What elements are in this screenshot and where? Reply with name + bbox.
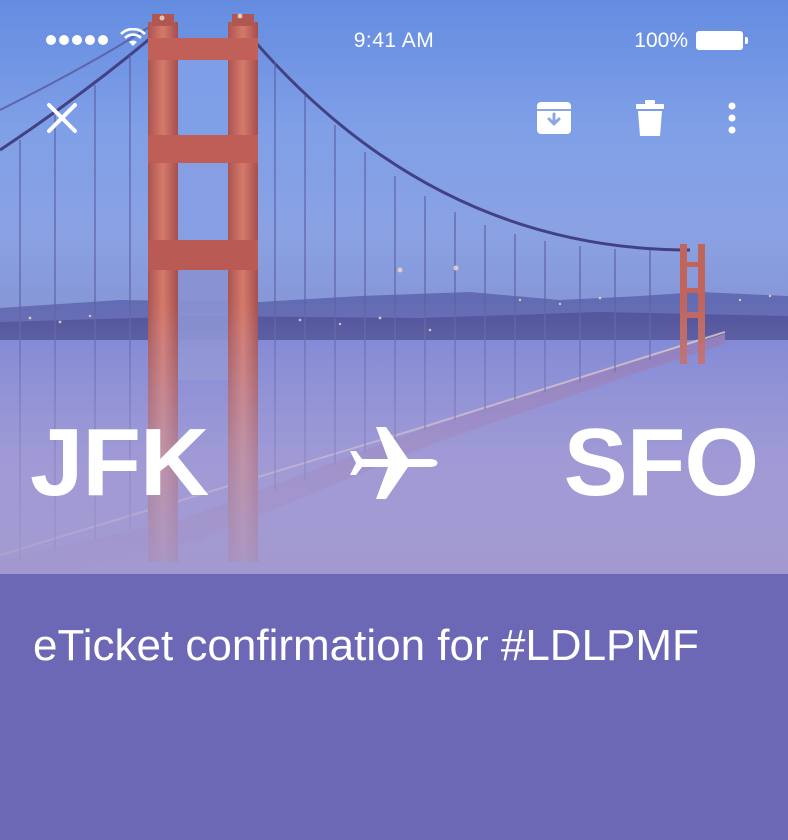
trash-icon [636, 100, 664, 136]
airplane-icon [350, 427, 438, 499]
more-vertical-icon [728, 102, 736, 134]
status-bar: 9:41 AM 100% [0, 0, 788, 80]
delete-button[interactable] [626, 94, 674, 142]
close-icon [47, 103, 77, 133]
battery-icon [696, 31, 748, 50]
destination-airport: SFO [563, 409, 759, 516]
archive-button[interactable] [530, 94, 578, 142]
close-button[interactable] [38, 94, 86, 142]
origin-airport: JFK [30, 409, 209, 516]
email-subject: eTicket confirmation for #LDLPMF [33, 621, 699, 670]
hero-image: 9:41 AM 100% JFK SFO [0, 0, 788, 574]
battery-percent: 100% [634, 29, 688, 52]
message-header-panel: eTicket confirmation for #LDLPMF [0, 574, 788, 840]
archive-icon [537, 102, 571, 134]
more-options-button[interactable] [708, 94, 756, 142]
flight-route: JFK SFO [0, 408, 788, 518]
